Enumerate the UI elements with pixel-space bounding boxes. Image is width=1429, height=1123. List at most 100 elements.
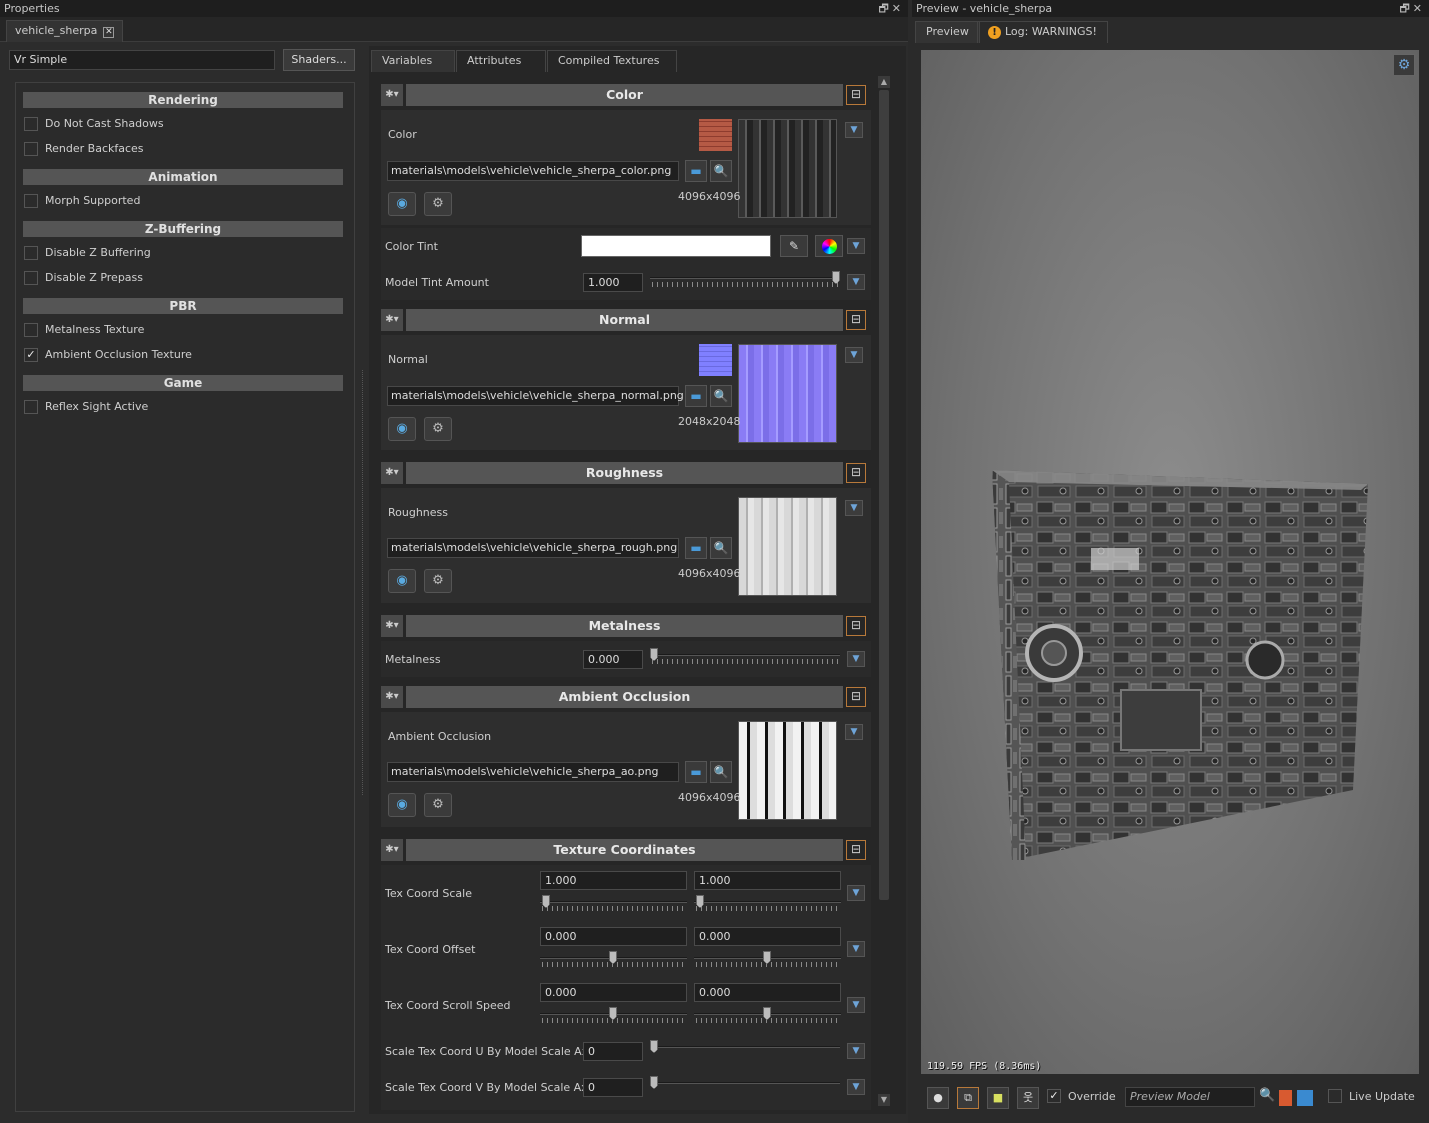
- metalness-field[interactable]: 0.000: [583, 650, 643, 669]
- tab-compiled-textures[interactable]: Compiled Textures✕: [547, 50, 677, 88]
- dropdown-icon[interactable]: ▼: [845, 500, 863, 516]
- ao-texture-thumbnail[interactable]: [738, 721, 837, 820]
- roughness-texture-thumbnail[interactable]: [738, 497, 837, 596]
- slider-handle[interactable]: [650, 1076, 658, 1089]
- tab-log[interactable]: ! Log: WARNINGS!: [977, 21, 1108, 43]
- tex-coord-offset-v-slider[interactable]: [694, 951, 841, 969]
- shaders-button[interactable]: Shaders...: [283, 49, 355, 71]
- color-path-field[interactable]: materials\models\vehicle\vehicle_sherpa_…: [387, 161, 679, 181]
- folder-icon[interactable]: ▬: [685, 761, 707, 783]
- eyedropper-icon[interactable]: ✎: [780, 235, 808, 257]
- gear-icon[interactable]: ⚙: [424, 793, 452, 817]
- tex-coord-scale-u-slider[interactable]: [540, 895, 687, 913]
- dropdown-icon[interactable]: ▼: [847, 997, 865, 1013]
- tab-attributes[interactable]: Attributes: [456, 50, 546, 72]
- folder-icon[interactable]: ▬: [685, 537, 707, 559]
- dropdown-icon[interactable]: ▼: [847, 885, 865, 901]
- tex-coord-offset-u-slider[interactable]: [540, 951, 687, 969]
- 3d-viewport[interactable]: ⚙ 119.59 FPS (8.36ms): [921, 50, 1419, 1074]
- character-model-icon[interactable]: 웃: [1017, 1087, 1039, 1109]
- scrollbar-thumb[interactable]: [879, 90, 889, 900]
- dropdown-icon[interactable]: ▼: [845, 724, 863, 740]
- search-icon[interactable]: 🔍: [710, 537, 732, 559]
- checkbox[interactable]: [24, 323, 38, 337]
- ao-path-field[interactable]: materials\models\vehicle\vehicle_sherpa_…: [387, 762, 679, 782]
- record-dot-icon[interactable]: ●: [927, 1087, 949, 1109]
- color-wheel-button[interactable]: [815, 235, 843, 257]
- search-icon[interactable]: 🔍: [710, 761, 732, 783]
- model-tint-amount-slider[interactable]: [650, 271, 840, 289]
- tex-coord-offset-v-field[interactable]: 0.000: [694, 927, 841, 946]
- window-controls[interactable]: 🗗✕: [1399, 0, 1425, 17]
- collapse-button[interactable]: ⊟: [846, 463, 866, 483]
- search-icon[interactable]: 🔍: [710, 385, 732, 407]
- checkbox[interactable]: [24, 400, 38, 414]
- gear-icon[interactable]: ⚙: [424, 192, 452, 216]
- dropdown-icon[interactable]: ▼: [847, 274, 865, 290]
- open-external-icon[interactable]: ◉: [388, 192, 416, 216]
- roughness-path-field[interactable]: materials\models\vehicle\vehicle_sherpa_…: [387, 538, 679, 558]
- group-menu-icon[interactable]: ✱▾: [381, 686, 403, 708]
- color-texture-thumbnail[interactable]: [738, 119, 837, 218]
- color-tint-swatch[interactable]: [581, 235, 771, 257]
- group-menu-icon[interactable]: ✱▾: [381, 84, 403, 106]
- normal-texture-thumbnail[interactable]: [738, 344, 837, 443]
- option-disable-z-buffering[interactable]: Disable Z Buffering: [24, 244, 151, 262]
- gear-icon[interactable]: ⚙: [424, 569, 452, 593]
- dropdown-icon[interactable]: ▼: [847, 941, 865, 957]
- folder-icon[interactable]: ▬: [685, 385, 707, 407]
- override-checkbox[interactable]: ✓: [1047, 1089, 1061, 1103]
- panel-splitter[interactable]: [362, 370, 365, 795]
- option-ambient-occlusion-texture[interactable]: ✓ Ambient Occlusion Texture: [24, 346, 192, 364]
- open-external-icon[interactable]: ◉: [388, 569, 416, 593]
- tab-variables[interactable]: Variables: [371, 50, 455, 72]
- option-do-not-cast-shadows[interactable]: Do Not Cast Shadows: [24, 115, 164, 133]
- remove-model-icon[interactable]: [1279, 1090, 1292, 1106]
- checkbox[interactable]: [24, 194, 38, 208]
- checkbox[interactable]: [24, 271, 38, 285]
- dropdown-icon[interactable]: ▼: [847, 651, 865, 667]
- tab-preview[interactable]: Preview: [915, 21, 980, 43]
- lock-camera-icon[interactable]: ⧉: [957, 1087, 979, 1109]
- option-render-backfaces[interactable]: Render Backfaces: [24, 140, 144, 158]
- dropdown-icon[interactable]: ▼: [847, 1043, 865, 1059]
- live-update-checkbox[interactable]: [1328, 1089, 1342, 1103]
- option-disable-z-prepass[interactable]: Disable Z Prepass: [24, 269, 143, 287]
- option-metalness-texture[interactable]: Metalness Texture: [24, 321, 144, 339]
- close-icon[interactable]: ✕: [103, 27, 115, 38]
- model-tint-amount-field[interactable]: 1.000: [583, 273, 643, 292]
- open-external-icon[interactable]: ◉: [388, 793, 416, 817]
- viewport-settings-gear-icon[interactable]: ⚙: [1393, 54, 1415, 76]
- scale-u-axis-field[interactable]: 0: [583, 1042, 643, 1061]
- checkbox[interactable]: [24, 117, 38, 131]
- dropdown-icon[interactable]: ▼: [845, 122, 863, 138]
- tex-coord-offset-u-field[interactable]: 0.000: [540, 927, 687, 946]
- open-external-icon[interactable]: ◉: [388, 417, 416, 441]
- window-controls[interactable]: 🗗✕: [878, 0, 904, 17]
- tex-coord-scroll-u-slider[interactable]: [540, 1007, 687, 1025]
- collapse-button[interactable]: ⊟: [846, 85, 866, 105]
- checkbox-checked[interactable]: ✓: [24, 348, 38, 362]
- scroll-up-arrow-icon[interactable]: ▲: [878, 76, 890, 88]
- scale-v-axis-slider[interactable]: [650, 1076, 840, 1094]
- tex-coord-scroll-v-field[interactable]: 0.000: [694, 983, 841, 1002]
- tex-coord-scroll-u-field[interactable]: 0.000: [540, 983, 687, 1002]
- slider-handle[interactable]: [650, 1040, 658, 1053]
- option-morph-supported[interactable]: Morph Supported: [24, 192, 140, 210]
- scroll-down-arrow-icon[interactable]: ▼: [878, 1094, 890, 1106]
- dropdown-icon[interactable]: ▼: [847, 238, 865, 254]
- group-menu-icon[interactable]: ✱▾: [381, 309, 403, 331]
- search-icon[interactable]: 🔍: [1259, 1088, 1275, 1106]
- metalness-slider[interactable]: [650, 648, 840, 666]
- scale-v-axis-field[interactable]: 0: [583, 1078, 643, 1097]
- group-menu-icon[interactable]: ✱▾: [381, 839, 403, 861]
- tex-coord-scroll-v-slider[interactable]: [694, 1007, 841, 1025]
- collapse-button[interactable]: ⊟: [846, 840, 866, 860]
- search-icon[interactable]: 🔍: [710, 160, 732, 182]
- group-menu-icon[interactable]: ✱▾: [381, 615, 403, 637]
- vertical-scrollbar[interactable]: ▲ ▼: [876, 74, 892, 1110]
- tex-coord-scale-v-slider[interactable]: [694, 895, 841, 913]
- scale-u-axis-slider[interactable]: [650, 1040, 840, 1058]
- import-model-icon[interactable]: [1297, 1090, 1313, 1106]
- tab-vehicle-sherpa[interactable]: vehicle_sherpa ✕: [6, 20, 124, 42]
